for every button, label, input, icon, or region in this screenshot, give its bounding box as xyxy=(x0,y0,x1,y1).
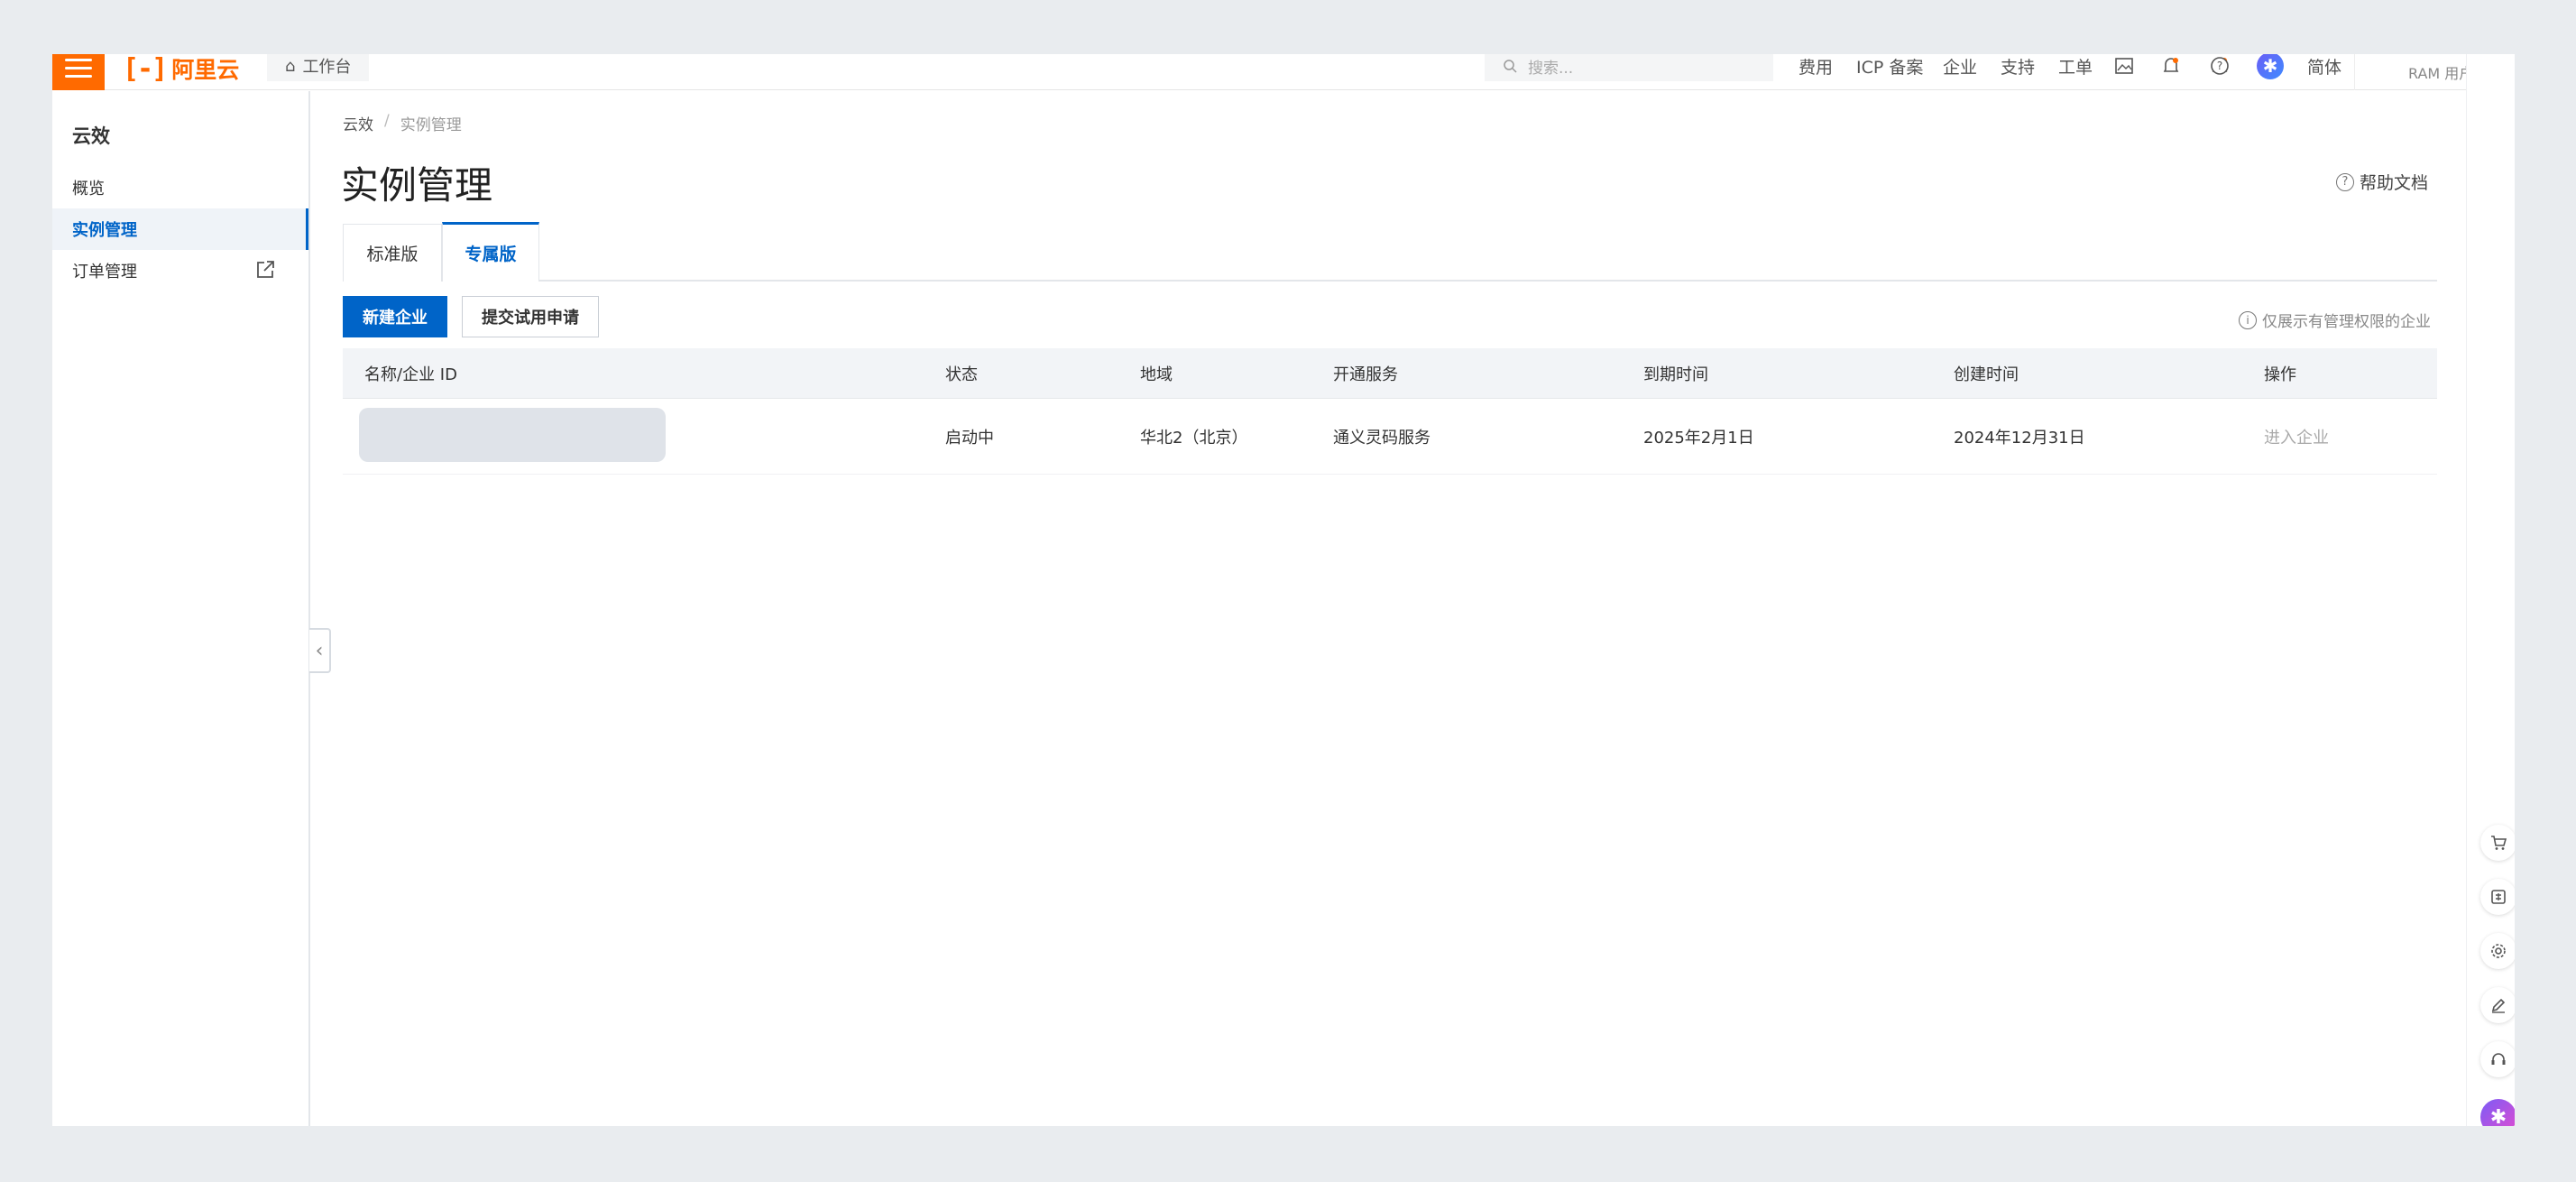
nav-icp[interactable]: ICP 备案 xyxy=(1856,54,1923,81)
chevron-left-icon: ‹ xyxy=(315,639,324,662)
tab-dedicated[interactable]: 专属版 xyxy=(442,222,539,282)
permission-note: i 仅展示有管理权限的企业 xyxy=(2239,309,2431,331)
page-title: 实例管理 xyxy=(341,163,493,208)
question-icon: ? xyxy=(2336,172,2354,191)
aliyun-logo[interactable]: [-] 阿里云 xyxy=(123,54,239,85)
redacted-name-cell xyxy=(359,408,666,462)
ai-assistant-icon[interactable]: ✱ xyxy=(2257,54,2284,79)
edition-tabs: 标准版 专属版 xyxy=(343,222,2437,282)
assistant-avatar-icon[interactable]: ✱ xyxy=(2480,1099,2515,1126)
permission-note-text: 仅展示有管理权限的企业 xyxy=(2262,313,2431,331)
nav-ticket[interactable]: 工单 xyxy=(2058,54,2093,81)
home-icon: ⌂ xyxy=(285,56,296,76)
external-link-icon xyxy=(257,261,274,278)
sidebar-item-instances[interactable]: 实例管理 xyxy=(52,208,308,250)
svg-text:?: ? xyxy=(2217,60,2222,72)
search-icon xyxy=(1504,60,1517,73)
nav-support[interactable]: 支持 xyxy=(2001,54,2035,81)
col-service: 开通服务 xyxy=(1333,365,1398,384)
help-doc-link[interactable]: ? 帮助文档 xyxy=(2336,170,2428,194)
breadcrumb-separator: / xyxy=(384,112,390,130)
cart-icon[interactable] xyxy=(2480,825,2515,861)
workbench-label: 工作台 xyxy=(302,58,352,77)
sidebar-item-orders[interactable]: 订单管理 xyxy=(52,250,308,291)
billing-icon[interactable] xyxy=(2480,879,2515,915)
console-window: [-] 阿里云 ⌂ 工作台 搜索... 费用 ICP 备案 企业 支持 工单 ?… xyxy=(52,54,2515,1126)
tab-standard[interactable]: 标准版 xyxy=(343,224,442,282)
cell-service: 通义灵码服务 xyxy=(1333,429,1431,448)
col-action: 操作 xyxy=(2264,365,2296,384)
enter-enterprise-link[interactable]: 进入企业 xyxy=(2264,399,2329,475)
cell-status: 启动中 xyxy=(945,429,994,448)
col-expire: 到期时间 xyxy=(1643,365,1708,384)
sidebar: 云效 概览 实例管理 订单管理 xyxy=(52,91,310,1126)
submit-trial-button[interactable]: 提交试用申请 xyxy=(462,296,599,337)
workbench-button[interactable]: ⌂ 工作台 xyxy=(267,54,370,81)
col-status: 状态 xyxy=(945,365,978,384)
breadcrumb-root[interactable]: 云效 xyxy=(343,112,373,134)
ram-user-label[interactable]: RAM 用户 xyxy=(2408,61,2473,83)
gear-icon[interactable] xyxy=(2480,933,2515,969)
cell-region: 华北2（北京） xyxy=(1140,429,1248,448)
search-input[interactable]: 搜索... xyxy=(1485,54,1773,81)
sidebar-item-overview[interactable]: 概览 xyxy=(52,167,308,208)
bell-alt-icon[interactable] xyxy=(2159,54,2183,78)
logo-bracket-icon: [-] xyxy=(123,54,168,85)
top-divider xyxy=(2354,54,2355,90)
col-created: 创建时间 xyxy=(1954,365,2019,384)
sidebar-item-label: 订单管理 xyxy=(72,263,137,282)
breadcrumb: 云效 / 实例管理 xyxy=(343,112,462,134)
sidebar-title: 云效 xyxy=(72,125,110,147)
table-header: 名称/企业 ID 状态 地域 开通服务 到期时间 创建时间 操作 xyxy=(343,348,2437,399)
info-icon: i xyxy=(2239,310,2257,329)
col-region: 地域 xyxy=(1140,365,1173,384)
sidebar-item-label: 实例管理 xyxy=(72,221,137,240)
nav-billing[interactable]: 费用 xyxy=(1799,54,1833,81)
cell-expire: 2025年2月1日 xyxy=(1643,429,1754,448)
breadcrumb-current: 实例管理 xyxy=(400,116,462,134)
sidebar-collapse-handle[interactable]: ‹ xyxy=(309,628,331,673)
sidebar-item-label: 概览 xyxy=(72,180,105,199)
logo-text: 阿里云 xyxy=(171,57,240,83)
instance-table: 名称/企业 ID 状态 地域 开通服务 到期时间 创建时间 操作 启动中 华北2… xyxy=(343,348,2437,475)
nav-enterprise[interactable]: 企业 xyxy=(1943,54,1977,81)
top-bar: [-] 阿里云 ⌂ 工作台 搜索... 费用 ICP 备案 企业 支持 工单 ?… xyxy=(52,54,2515,90)
language-switch[interactable]: 简体 xyxy=(2307,54,2341,81)
cell-created: 2024年12月31日 xyxy=(1954,429,2085,448)
search-placeholder: 搜索... xyxy=(1528,59,1574,78)
edit-icon[interactable] xyxy=(2480,987,2515,1023)
help-doc-label: 帮助文档 xyxy=(2360,173,2429,193)
headset-icon[interactable] xyxy=(2480,1041,2515,1077)
image-icon[interactable] xyxy=(2112,54,2136,78)
hamburger-menu-icon[interactable] xyxy=(52,54,105,90)
col-name: 名称/企业 ID xyxy=(364,365,457,384)
create-enterprise-button[interactable]: 新建企业 xyxy=(343,296,447,337)
help-circle-icon[interactable]: ? xyxy=(2208,54,2231,78)
table-row: 启动中 华北2（北京） 通义灵码服务 2025年2月1日 2024年12月31日… xyxy=(343,399,2437,475)
